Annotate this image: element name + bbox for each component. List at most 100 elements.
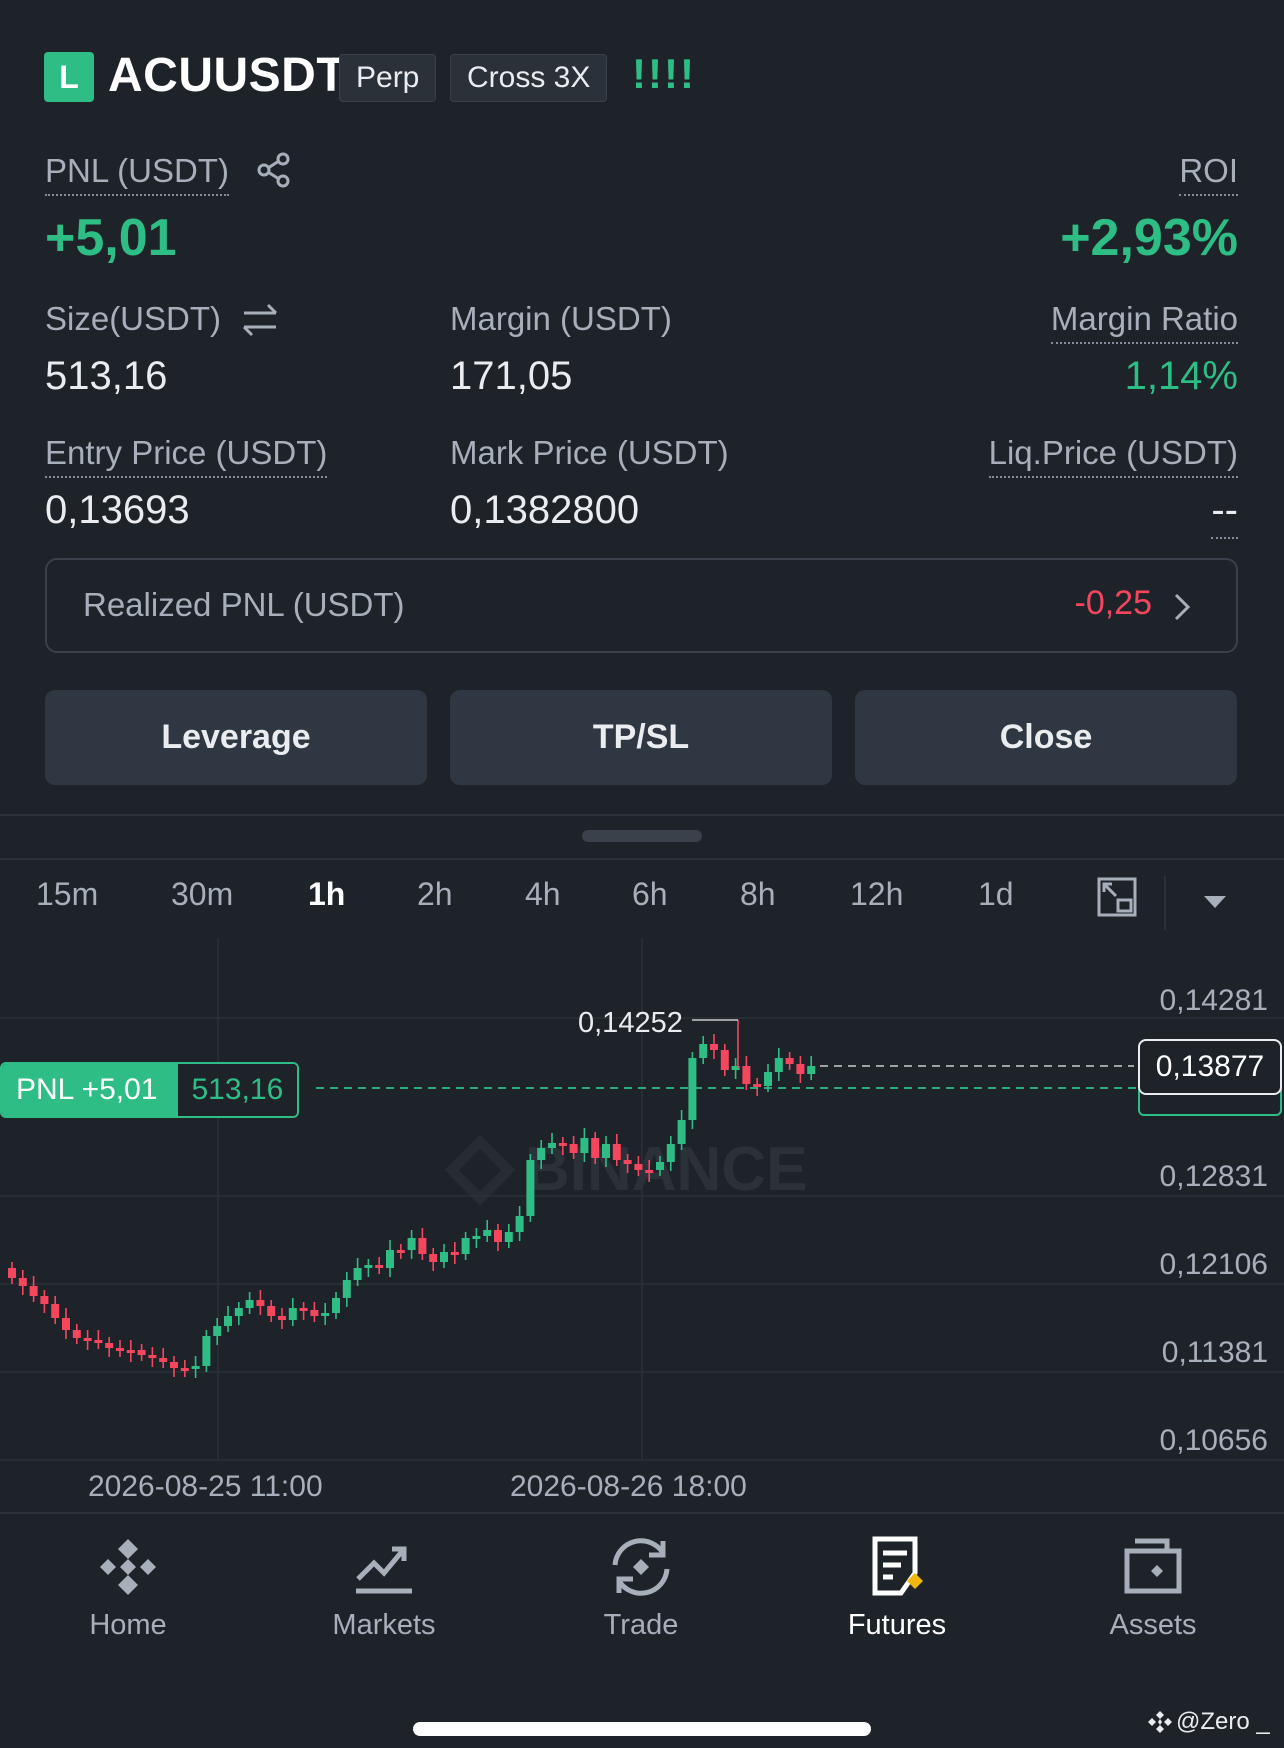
chevron-right-icon [1174,593,1191,621]
drag-handle[interactable] [582,830,702,842]
margin-value: 171,05 [450,354,573,398]
candle-body [364,1265,373,1268]
candle-body [105,1343,114,1348]
symbol-title[interactable]: ACUUSDT [108,48,346,103]
trade-swap-icon [612,1538,670,1596]
margin-label: Margin (USDT) [450,300,672,337]
nav-home[interactable]: Home [28,1535,228,1642]
entry-price-label[interactable]: Entry Price (USDT) [45,434,328,478]
candle-body [774,1058,783,1072]
candle-body [710,1044,718,1050]
candle-body [602,1144,610,1158]
chart-pnl-tag[interactable]: PNL +5,01 513,16 [0,1062,300,1118]
nav-assets[interactable]: Assets [1053,1535,1253,1642]
nav-markets[interactable]: Markets [284,1535,484,1642]
user-watermark: @Zero _ [1148,1708,1270,1736]
candle-body [537,1148,546,1160]
pnl-label[interactable]: PNL (USDT) [45,152,229,196]
y-axis-tick: 0,12106 [1159,1248,1268,1281]
candle-body [396,1250,405,1253]
size-label: Size(USDT) [45,300,222,337]
fullscreen-toggle-icon[interactable] [1096,876,1138,918]
candle-body [612,1144,621,1160]
candle-body [526,1160,535,1216]
candle-body [461,1238,470,1254]
timeframe-tab-active[interactable]: 1h [308,876,345,913]
candle-body [94,1340,103,1343]
nav-label: Markets [332,1609,436,1641]
candle-body [656,1162,664,1170]
swap-unit-icon[interactable] [240,300,280,340]
long-badge: L [44,52,94,102]
candle-body [504,1232,513,1242]
candle-body [742,1066,751,1084]
candle-body [245,1300,254,1308]
nav-divider [0,1512,1284,1514]
size-value: 513,16 [45,354,168,398]
section-divider [0,858,1284,860]
realized-pnl-label: Realized PNL (USDT) [83,586,405,623]
timeframe-tab[interactable]: 30m [171,876,233,913]
leverage-button[interactable]: Leverage [45,690,427,785]
chart-pnl-value: PNL +5,01 [2,1064,178,1116]
close-position-button[interactable]: Close [855,690,1237,785]
timeframe-tab[interactable]: 6h [632,876,668,913]
y-axis-tick: 0,10656 [1159,1424,1268,1457]
candle-body [267,1306,276,1316]
candle-body [450,1252,459,1255]
futures-document-icon [872,1536,923,1596]
candle-body [677,1120,686,1144]
margin-ratio-label[interactable]: Margin Ratio [1050,300,1238,344]
candle-body [699,1044,708,1058]
candle-body [40,1296,49,1304]
roi-label[interactable]: ROI [1179,152,1238,196]
candle-body [137,1350,146,1355]
entry-price-value: 0,13693 [45,488,190,532]
candle-body [62,1318,70,1330]
candle-body [126,1350,135,1353]
candle-body [375,1265,384,1268]
candlestick-chart[interactable]: BINANCE 0,14252 [0,938,1284,1520]
candle-body [256,1300,265,1306]
candle-body [483,1230,492,1236]
signal-strength-icon: !!!! [632,50,696,97]
candle-body [494,1230,502,1242]
candle-body [515,1216,524,1232]
candle-body [191,1366,200,1369]
candle-body [418,1238,427,1254]
timeframe-tab[interactable]: 12h [850,876,903,913]
liq-price-label[interactable]: Liq.Price (USDT) [988,434,1238,478]
timeframe-tab[interactable]: 8h [740,876,776,913]
candle-body [310,1310,319,1316]
nav-trade[interactable]: Trade [541,1535,741,1642]
share-icon[interactable] [256,152,292,188]
realized-pnl-row[interactable]: Realized PNL (USDT) -0,25 [45,558,1238,653]
cross-leverage-tag[interactable]: Cross 3X [450,54,608,102]
candle-body [764,1072,772,1086]
home-indicator[interactable] [413,1722,871,1736]
binance-logo-icon [100,1539,156,1595]
binance-small-logo-icon [1148,1711,1172,1733]
candle-body [666,1144,675,1162]
y-axis-tick: 0,12831 [1159,1160,1268,1193]
candle-body [569,1144,578,1153]
candle-body [342,1280,351,1298]
candle-body [688,1058,697,1120]
nav-label: Futures [847,1609,947,1641]
timeframe-tab[interactable]: 15m [36,876,98,913]
section-divider [0,814,1284,816]
candle-body [159,1358,168,1362]
candle-body [548,1143,556,1148]
more-timeframes-caret-icon[interactable] [1202,894,1228,910]
timeframe-tab[interactable]: 1d [978,876,1014,913]
candle-body [224,1316,232,1326]
tpsl-button[interactable]: TP/SL [450,690,832,785]
candle-body [116,1348,124,1351]
candle-body [72,1330,81,1338]
nav-futures[interactable]: Futures [797,1535,997,1642]
margin-ratio-value: 1,14% [1124,354,1238,398]
candle-body [472,1236,481,1239]
timeframe-tab[interactable]: 4h [525,876,561,913]
candle-body [807,1066,816,1074]
timeframe-tab[interactable]: 2h [417,876,453,913]
